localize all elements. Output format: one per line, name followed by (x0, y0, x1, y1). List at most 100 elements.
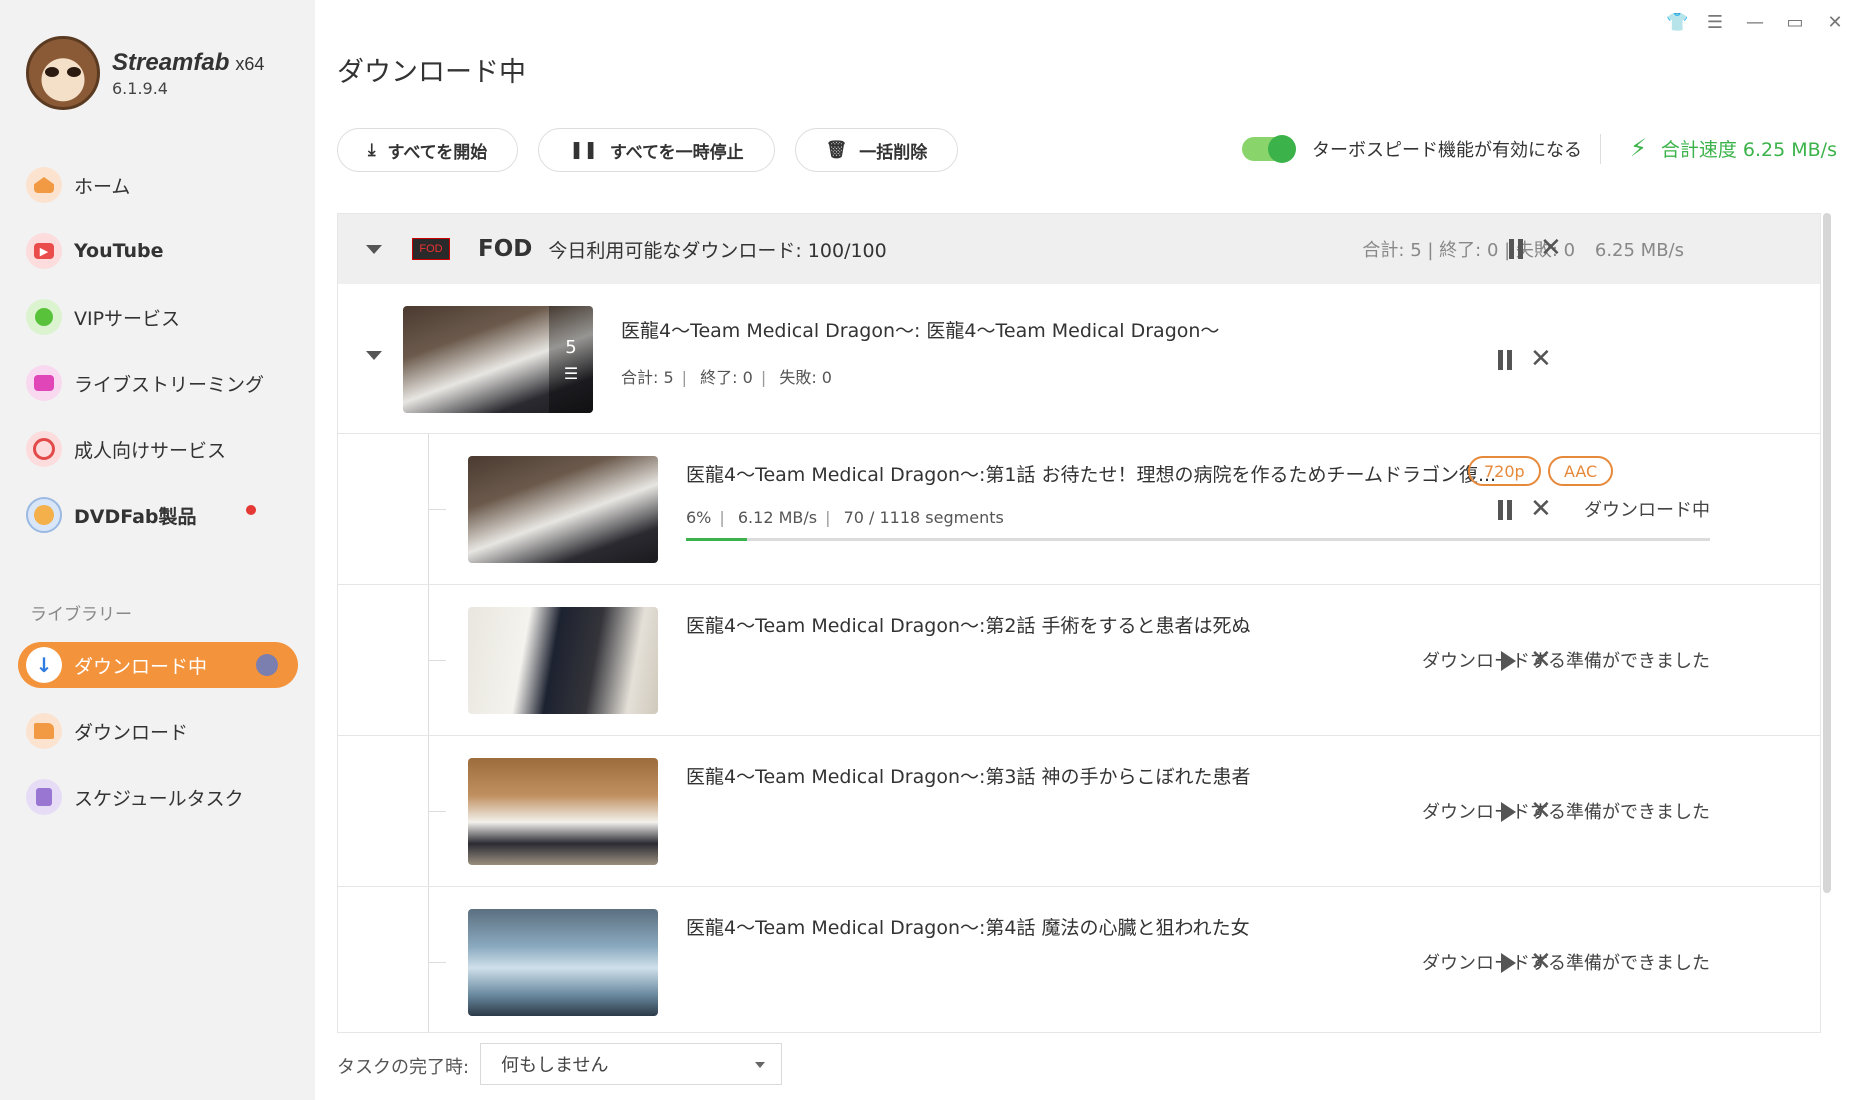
library-nav: ↓ ダウンロード中 ダウンロード スケジュールタスク (18, 642, 298, 840)
collapse-caret-icon[interactable] (366, 351, 382, 360)
page-title: ダウンロード中 (337, 57, 526, 88)
episode-play-icon[interactable] (1501, 802, 1516, 822)
episode-pause-icon[interactable] (1496, 500, 1514, 520)
notification-dot (246, 505, 256, 515)
home-icon (26, 167, 62, 203)
brand: Streamfab x64 6.1.9.4 (26, 36, 264, 110)
episode-play-icon[interactable] (1501, 651, 1516, 671)
pause-all-label: すべてを一時停止 (609, 142, 744, 163)
library-label: ライブラリー (30, 605, 132, 625)
episode-close-icon[interactable]: ✕ (1530, 949, 1552, 975)
schedule-icon (26, 779, 62, 815)
series-thumbnail: 5 ☰ (403, 306, 593, 413)
sidebar-item-label: YouTube (74, 240, 164, 262)
sidebar-item-label: スケジュールタスク (74, 787, 244, 810)
episode-thumbnail (468, 456, 658, 563)
fod-logo-icon: FOD (412, 238, 450, 260)
video-camera-icon (26, 365, 62, 401)
series-close-icon[interactable]: ✕ (1530, 346, 1552, 372)
sidebar-item-youtube[interactable]: ▶ YouTube (18, 228, 298, 274)
divider (1600, 134, 1601, 164)
brand-version: 6.1.9.4 (112, 78, 168, 98)
episode-close-icon[interactable]: ✕ (1530, 647, 1552, 673)
maximize-icon[interactable]: ▭ (1786, 12, 1804, 33)
sidebar-item-label: ダウンロード中 (74, 655, 208, 678)
group-pause-icon[interactable] (1507, 239, 1525, 259)
minimize-icon[interactable]: — (1746, 12, 1764, 33)
task-completion-select[interactable]: 何もしません (480, 1043, 782, 1085)
folder-icon (26, 713, 62, 749)
series-failed: 失敗: 0 (779, 368, 832, 387)
episode-close-icon[interactable]: ✕ (1530, 496, 1552, 522)
sidebar-item-home[interactable]: ホーム (18, 162, 298, 208)
episode-title: 医龍4～Team Medical Dragon～:第3話 神の手からこぼれた患者 (686, 766, 1251, 788)
episode-row: 医龍4～Team Medical Dragon～:第3話 神の手からこぼれた患者… (338, 736, 1820, 887)
window-controls: 👕 ☰ — ▭ ✕ (1666, 12, 1844, 33)
start-all-label: すべてを開始 (387, 142, 488, 163)
turbo-label: ターボスピード機能が有効になる (1312, 140, 1582, 161)
group-header: FOD FOD 今日利用可能なダウンロード: 100/100 合計: 5 | 終… (338, 214, 1820, 284)
episode-status: ダウンロードする準備ができました (1422, 651, 1710, 672)
list-icon: ☰ (563, 363, 579, 383)
turbo-setting: ターボスピード機能が有効になる (1242, 135, 1582, 163)
download-list: FOD FOD 今日利用可能なダウンロード: 100/100 合計: 5 | 終… (337, 213, 1821, 1033)
series-row: 5 ☰ 医龍4～Team Medical Dragon～: 医龍4～Team M… (338, 284, 1820, 434)
episode-play-icon[interactable] (1501, 953, 1516, 973)
youtube-icon: ▶ (26, 233, 62, 269)
group-quota: 今日利用可能なダウンロード: 100/100 (548, 239, 887, 262)
pause-icon: ❚❚ (569, 140, 598, 160)
progress-percent: 6% (686, 508, 712, 527)
brand-name: Streamfab (112, 48, 230, 76)
series-stats: 合計: 5 | 終了: 0 | 失敗: 0 (621, 368, 832, 387)
progress-fill (686, 538, 748, 541)
episode-thumbnail (468, 607, 658, 714)
start-all-button[interactable]: ⤓ すべてを開始 (337, 128, 519, 172)
sidebar-item-label: ダウンロード (74, 721, 189, 744)
episode-status: ダウンロードする準備ができました (1422, 802, 1710, 823)
group-service-name: FOD (478, 236, 533, 262)
progress-bar (686, 538, 1710, 541)
sidebar-item-label: 成人向けサービス (74, 439, 227, 462)
episode-progress-stats: 6% | 6.12 MB/s | 70 / 1118 segments (686, 508, 1004, 527)
pause-all-button[interactable]: ❚❚ すべてを一時停止 (538, 128, 775, 172)
episode-row: 医龍4～Team Medical Dragon～:第4話 魔法の心臓と狙われた女… (338, 887, 1820, 1032)
delete-all-button[interactable]: 🗑 一括削除 (794, 128, 959, 172)
sidebar-item-adult[interactable]: 成人向けサービス (18, 426, 298, 472)
group-speed: 6.25 MB/s (1594, 240, 1684, 261)
episode-status: ダウンロード中 (1584, 500, 1710, 521)
sidebar-item-schedule[interactable]: スケジュールタスク (18, 774, 298, 820)
series-pause-icon[interactable] (1496, 350, 1514, 370)
episode-row: 医龍4～Team Medical Dragon～:第2話 手術をすると患者は死ぬ… (338, 585, 1820, 736)
sidebar-item-downloading[interactable]: ↓ ダウンロード中 (18, 642, 298, 688)
episode-title: 医龍4～Team Medical Dragon～:第4話 魔法の心臓と狙われた女 (686, 917, 1250, 939)
scrollbar[interactable] (1823, 213, 1831, 893)
group-close-icon[interactable]: ✕ (1540, 235, 1562, 261)
episode-close-icon[interactable]: ✕ (1530, 798, 1552, 824)
episode-count: 5 (565, 336, 577, 358)
download-arrow-icon: ↓ (26, 647, 62, 683)
sidebar: Streamfab x64 6.1.9.4 ホーム ▶ YouTube VIPサー… (0, 0, 315, 1100)
close-icon[interactable]: ✕ (1826, 12, 1844, 33)
episode-thumbnail (468, 758, 658, 865)
sidebar-item-label: VIPサービス (74, 307, 181, 330)
shirt-icon[interactable]: 👕 (1666, 12, 1688, 33)
brand-arch: x64 (235, 53, 265, 74)
sidebar-item-downloaded[interactable]: ダウンロード (18, 708, 298, 754)
turbo-toggle[interactable] (1242, 135, 1296, 163)
sidebar-item-live[interactable]: ライブストリーミング (18, 360, 298, 406)
episode-title: 医龍4～Team Medical Dragon～:第2話 手術をすると患者は死ぬ (686, 615, 1251, 637)
sidebar-item-vip[interactable]: VIPサービス (18, 294, 298, 340)
series-title: 医龍4～Team Medical Dragon～: 医龍4～Team Medic… (621, 320, 1220, 342)
sidebar-nav: ホーム ▶ YouTube VIPサービス ライブストリーミング 成人向けサービ… (18, 162, 298, 558)
sidebar-item-dvdfab[interactable]: DVDFab製品 (18, 492, 298, 538)
total-speed-label: 合計速度 6.25 MB/s (1660, 138, 1837, 161)
total-speed: ⚡ 合計速度 6.25 MB/s (1630, 134, 1837, 162)
episode-thumbnail (468, 909, 658, 1016)
adult-icon (26, 431, 62, 467)
toolbar: ⤓ すべてを開始 ❚❚ すべてを一時停止 🗑 一括削除 (337, 128, 959, 172)
episode-title: 医龍4～Team Medical Dragon～:第1話 お待たせ！理想の病院を… (686, 464, 1497, 486)
menu-icon[interactable]: ☰ (1706, 12, 1724, 33)
series-total: 合計: 5 (621, 368, 674, 387)
collapse-caret-icon[interactable] (366, 244, 382, 254)
sidebar-item-label: DVDFab製品 (74, 505, 197, 528)
